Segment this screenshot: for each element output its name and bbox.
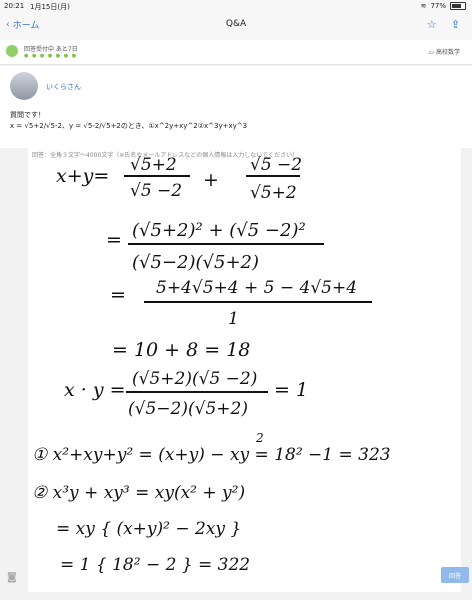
navigation-bar: ‹ ホーム Q&A ☆ ⇪: [0, 12, 472, 41]
hw-line3-den: 1: [228, 309, 239, 329]
question-text: 質問です！ x = √5+2/√5-2、y = √5-2/√5+2のとき、①x^…: [10, 110, 247, 132]
hw-line2-eq: =: [106, 229, 122, 251]
status-time: 20:21: [4, 2, 25, 10]
answer-placeholder: 回答：全角３文字〜4000文字（※氏名やメールアドレスなどの個人情報は入力しない…: [32, 152, 299, 159]
hw-line7: ② x³y + xy³ = xy(x² + y²): [32, 483, 245, 503]
hw-line9: = 1 { 18² − 2 } = 322: [60, 555, 250, 575]
category-link[interactable]: ▭ 高校数学: [428, 47, 460, 56]
hw-line1-plus: +: [203, 169, 219, 191]
hw-line6: ① x²+xy+y² = (x+y) − xy = 18² −1 = 323: [32, 445, 391, 465]
hw-line5-den: (√5−2)(√5+2): [128, 399, 248, 419]
wifi-icon: ≋: [420, 2, 427, 10]
hw-line2-den: (√5−2)(√5+2): [132, 252, 259, 273]
hw-line4: = 10 + 8 = 18: [112, 339, 250, 361]
status-date: 1月15日(月): [30, 3, 70, 11]
question-line-1: 質問です！: [10, 111, 45, 119]
hw-line1-den1: √5 −2: [130, 181, 182, 201]
hw-line5-lhs: x · y =: [64, 379, 126, 401]
hw-line2-num: (√5+2)² + (√5 −2)²: [132, 220, 306, 241]
hw-line5-rhs: = 1: [274, 379, 308, 401]
hw-line3-num: 5+4√5+4 + 5 − 4√5+4: [156, 278, 357, 298]
hw-line3-eq: =: [110, 284, 126, 306]
question-status-row: 回答受付中 あと7日 ● ● ● ● ● ● ● ▭ 高校数学: [0, 40, 472, 65]
question-card: いくらさん 質問です！ x = √5+2/√5-2、y = √5-2/√5+2の…: [0, 66, 472, 148]
status-dots: ● ● ● ● ● ● ●: [24, 53, 78, 59]
battery-percent: 77%: [430, 2, 446, 10]
hw-line1-lhs: x+y=: [56, 165, 109, 187]
category-label: 高校数学: [435, 49, 460, 56]
submit-answer-button[interactable]: 回答: [441, 567, 469, 583]
answering-status-icon: [6, 45, 18, 57]
share-icon[interactable]: ⇪: [451, 18, 460, 31]
hw-line6-superscript: 2: [255, 431, 264, 445]
handwritten-answer-image: x+y= √5+2 √5 −2 + √5 −2 √5+2 = (√5+2)² +…: [32, 155, 391, 575]
battery-icon: [450, 2, 466, 10]
avatar[interactable]: [10, 72, 38, 100]
question-line-2: x = √5+2/√5-2、y = √5-2/√5+2のとき、①x^2y+xy^…: [10, 122, 248, 130]
status-right: ≋ 77%: [421, 2, 466, 10]
hw-line5-num: (√5+2)(√5 −2): [132, 369, 257, 389]
status-bar: 20:21 1月15日(月) ≋ 77%: [0, 0, 472, 12]
star-icon[interactable]: ☆: [427, 18, 437, 31]
username[interactable]: いくらさん: [46, 82, 81, 92]
hw-line1-den2: √5+2: [250, 183, 297, 203]
page-title: Q&A: [225, 19, 247, 29]
answer-editor[interactable]: 回答：全角３文字〜4000文字（※氏名やメールアドレスなどの個人情報は入力しない…: [28, 146, 461, 592]
folder-icon: ▭: [428, 49, 435, 56]
nav-actions: ☆ ⇪: [427, 18, 460, 31]
camera-icon[interactable]: ◙: [7, 572, 17, 583]
answering-status-text: 回答受付中 あと7日: [24, 46, 78, 53]
hw-line8: = xy { (x+y)² − 2xy }: [56, 519, 241, 539]
